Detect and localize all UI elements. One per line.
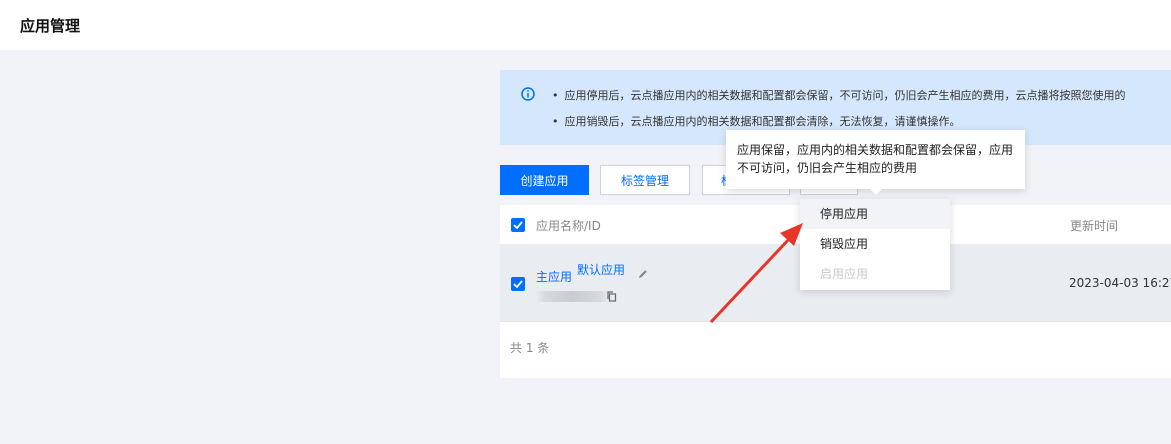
tooltip-text: 应用保留，应用内的相关数据和配置都会保留，应用不可访问，仍旧会产生相应的费用: [737, 143, 1014, 175]
row-checkbox[interactable]: [511, 277, 525, 291]
updated-time: 2023-04-03 16:27: [1069, 276, 1171, 290]
tag-management-button[interactable]: 标签管理: [600, 165, 690, 195]
info-icon: [521, 87, 535, 101]
menu-item-destroy-app[interactable]: 销毁应用: [800, 229, 950, 259]
page-title: 应用管理: [20, 17, 81, 35]
app-id-redacted: [536, 291, 609, 302]
actions-dropdown-menu: 停用应用 销毁应用 启用应用: [800, 199, 950, 290]
total-count: 共 1 条: [510, 341, 550, 355]
column-header-name: 应用名称/ID: [536, 219, 601, 233]
bullet: •: [552, 115, 559, 128]
edit-icon[interactable]: [637, 268, 649, 280]
menu-item-enable-app: 启用应用: [820, 267, 869, 281]
copy-icon[interactable]: [607, 291, 617, 302]
create-app-button[interactable]: 创建应用: [500, 165, 589, 195]
default-app-tag: 默认应用: [577, 263, 626, 277]
tooltip-arrow: [870, 189, 882, 195]
bullet: •: [552, 89, 559, 102]
app-name-link[interactable]: 主应用: [536, 268, 572, 285]
column-header-updated: 更新时间: [1070, 219, 1119, 233]
menu-item-disable-app[interactable]: 停用应用: [800, 199, 950, 229]
notice-line-disable: • 应用停用后，云点播应用内的相关数据和配置都会保留，不可访问，仍旧会产生相应的费…: [552, 89, 1126, 102]
notice-line-destroy: • 应用销毁后，云点播应用内的相关数据和配置都会清除，无法恢复，请谨慎操作。: [552, 115, 961, 128]
select-all-checkbox[interactable]: [511, 218, 525, 232]
disable-tooltip: 应用保留，应用内的相关数据和配置都会保留，应用不可访问，仍旧会产生相应的费用: [726, 130, 1025, 195]
top-bar: 应用管理: [0, 0, 1171, 50]
